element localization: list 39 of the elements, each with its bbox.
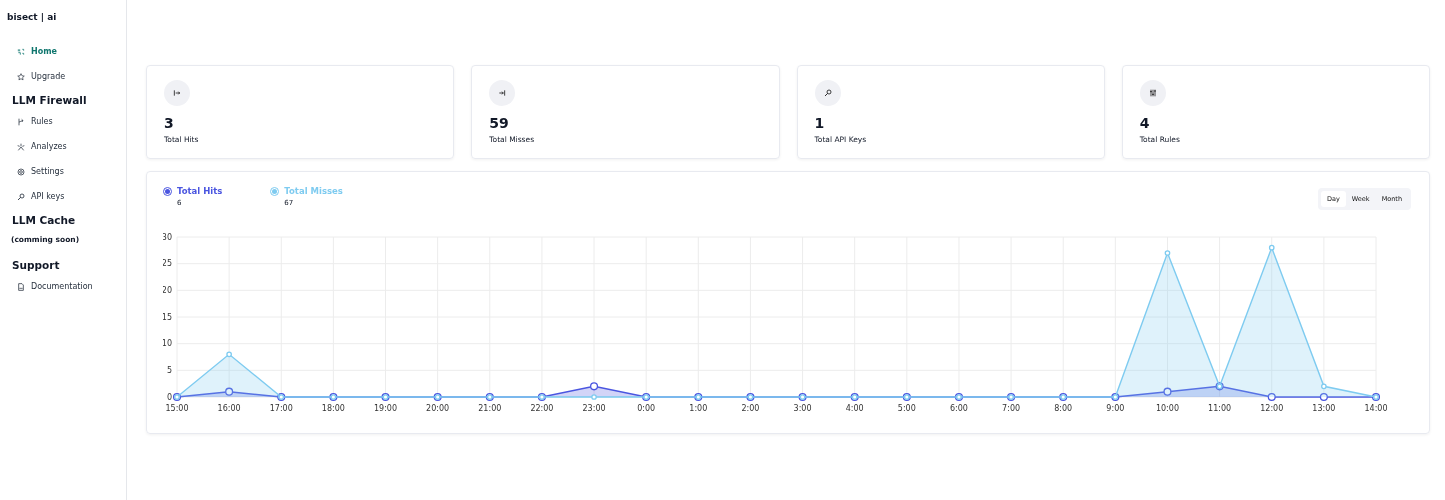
y-tick-label: 30	[163, 232, 172, 242]
x-tick-label: 9:00	[1106, 404, 1125, 413]
section-heading: Support	[11, 258, 61, 273]
x-tick-label: 13:00	[1312, 404, 1336, 413]
x-tick-label: 2:00	[741, 404, 760, 413]
x-tick-label: 21:00	[478, 404, 502, 413]
x-tick-label: 4:00	[845, 404, 864, 413]
x-tick-label: 14:00	[1364, 404, 1388, 413]
x-tick-label: 18:00	[321, 404, 345, 413]
x-tick-label: 23:00	[582, 404, 606, 413]
x-tick-label: 0:00	[637, 404, 656, 413]
x-tick-label: 22:00	[530, 404, 554, 413]
y-tick-label: 15	[163, 312, 172, 322]
x-tick-label: 16:00	[217, 404, 241, 413]
stat-value: 59	[489, 115, 510, 131]
x-tick-label: 3:00	[793, 404, 812, 413]
x-tick-label: 15:00	[165, 404, 189, 413]
section-heading: LLM Firewall	[11, 93, 88, 108]
x-tick-label: 12:00	[1260, 404, 1284, 413]
stat-value: 1	[814, 115, 826, 131]
y-tick-label: 20	[163, 285, 172, 295]
x-tick-label: 1:00	[689, 404, 708, 413]
stat-value: 4	[1139, 115, 1151, 131]
y-tick-label: 10	[163, 339, 172, 349]
x-tick-label: 19:00	[374, 404, 398, 413]
stat-value: 3	[164, 115, 175, 131]
section-heading: LLM Cache	[11, 213, 77, 228]
x-tick-label: 8:00	[1054, 404, 1073, 413]
x-tick-label: 6:00	[949, 404, 968, 413]
x-tick-label: 5:00	[897, 404, 916, 413]
x-tick-label: 10:00	[1155, 404, 1179, 413]
x-tick-label: 7:00	[1002, 404, 1021, 413]
x-tick-label: 11:00	[1208, 404, 1232, 413]
x-tick-label: 17:00	[269, 404, 293, 413]
y-tick-label: 25	[163, 259, 172, 269]
x-tick-label: 20:00	[426, 404, 450, 413]
brand-logo: bisect | ai	[7, 12, 58, 22]
y-tick-label: 0	[166, 392, 172, 402]
y-tick-label: 5	[166, 365, 172, 375]
